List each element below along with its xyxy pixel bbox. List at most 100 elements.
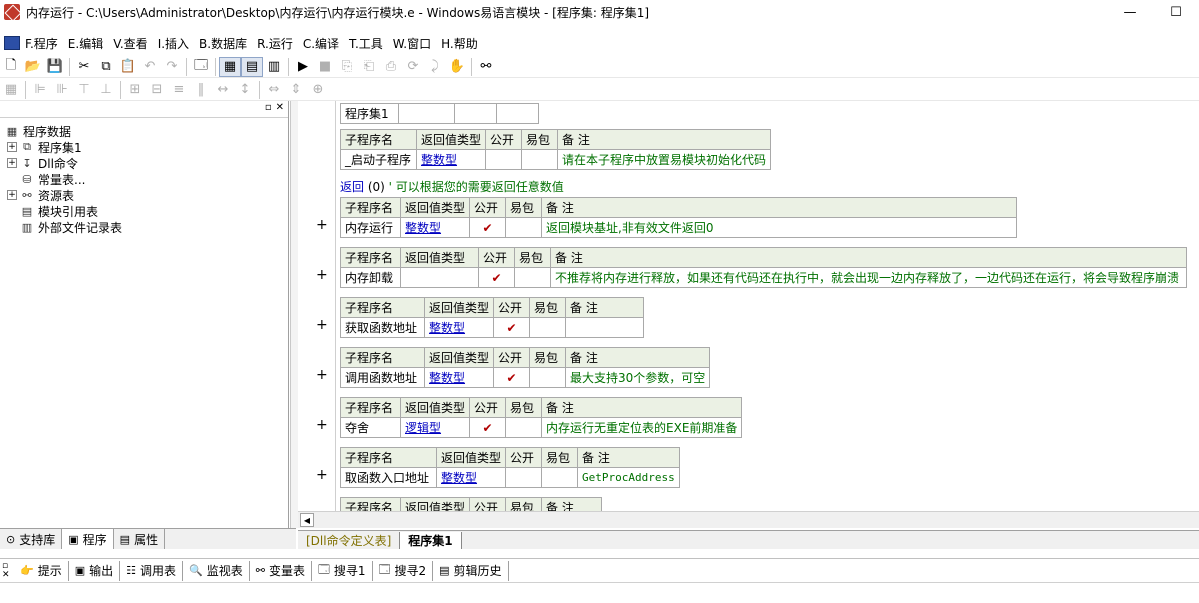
cut-icon[interactable]: ✂ <box>73 57 95 77</box>
open-folder-icon[interactable]: 📂 <box>22 57 44 77</box>
menu-window[interactable]: W.窗口 <box>388 35 436 52</box>
menu-insert[interactable]: I.插入 <box>153 35 194 52</box>
scroll-left-icon[interactable]: ◀ <box>300 513 314 527</box>
tab-search2[interactable]: 🗔 搜寻2 <box>373 560 434 581</box>
subroutine-easy-cell[interactable] <box>505 417 543 438</box>
resize-both-icon[interactable]: ⊕ <box>307 80 329 100</box>
expand-subroutine-icon[interactable]: + <box>316 467 328 483</box>
subroutine-easy-cell[interactable] <box>529 367 567 388</box>
same-height-icon[interactable]: ‖ <box>190 80 212 100</box>
subroutine-remark-cell[interactable]: 返回模块基址,非有效文件返回0 <box>541 217 1018 238</box>
expand-subroutine-icon[interactable]: + <box>316 217 328 233</box>
menu-run[interactable]: R.运行 <box>252 35 298 52</box>
assembly-base-cell[interactable] <box>398 103 455 124</box>
expand-toggle-icon[interactable]: + <box>7 158 17 168</box>
expand-subroutine-icon[interactable]: + <box>316 417 328 433</box>
menu-compile[interactable]: C.编译 <box>298 35 344 52</box>
subroutine-name-cell[interactable]: 夺舍 <box>340 417 401 438</box>
subroutine-public-cell[interactable]: ✔ <box>478 267 515 288</box>
tree-item[interactable]: + ⧉ 程序集1 <box>5 139 288 155</box>
document-menu-icon[interactable] <box>4 36 20 50</box>
resize-height-icon[interactable]: ⇕ <box>285 80 307 100</box>
panel-close-icon[interactable]: ✕ <box>2 570 14 580</box>
table-row[interactable]: 内存运行 整数型 ✔ 返回模块基址,非有效文件返回0 <box>340 217 1018 238</box>
align-left-icon[interactable]: ⊫ <box>29 80 51 100</box>
subroutine-public-cell[interactable]: ✔ <box>493 317 531 338</box>
table-row[interactable]: 取函数入口地址 整数型 GetProcAddress <box>340 467 680 488</box>
subroutine-name-cell[interactable]: 调用函数地址 <box>340 367 425 388</box>
vertical-splitter[interactable] <box>290 101 298 528</box>
new-file-icon[interactable]: 🗋 <box>0 57 22 77</box>
editor-horizontal-scrollbar[interactable]: ◀ <box>298 511 1199 528</box>
maximize-button[interactable]: ☐ <box>1153 0 1199 24</box>
resize-width-icon[interactable]: ⇔ <box>263 80 285 100</box>
layout3-icon[interactable]: ▥ <box>263 57 285 77</box>
redo-icon[interactable]: ↷ <box>161 57 183 77</box>
step3-icon[interactable]: ⎙ <box>380 57 402 77</box>
return-code-line[interactable]: 返回 (0) ' 可以根据您的需要返回任意数值 <box>340 178 564 195</box>
tree-item[interactable]: ⛁ 常量表... <box>5 171 288 187</box>
assembly-name[interactable]: 程序集1 <box>340 103 399 124</box>
align-right-icon[interactable]: ⊪ <box>51 80 73 100</box>
menu-view[interactable]: V.查看 <box>108 35 152 52</box>
center-horizontal-icon[interactable]: ⊞ <box>124 80 146 100</box>
tree-item[interactable]: ▤ 模块引用表 <box>5 203 288 219</box>
subroutine-remark-cell[interactable]: 最大支持30个参数，可空 <box>565 367 711 388</box>
stop-icon[interactable]: ■ <box>314 57 336 77</box>
table-row[interactable]: 内存卸载 ✔ 不推荐将内存进行释放，如果还有代码还在执行中，就会出现一边内存释放了，… <box>340 267 1187 288</box>
menu-program[interactable]: F.程序 <box>20 35 63 52</box>
align-grid-icon[interactable]: ▦ <box>0 80 22 100</box>
step1-icon[interactable]: ⎘ <box>336 57 358 77</box>
subroutine-easy-cell[interactable] <box>529 317 567 338</box>
menu-database[interactable]: B.数据库 <box>194 35 252 52</box>
tab-program[interactable]: ▣ 程序 <box>62 529 114 549</box>
tree-item[interactable]: + ⚯ 资源表 <box>5 187 288 203</box>
output-area[interactable] <box>0 582 1199 603</box>
subroutine-remark-cell[interactable]: GetProcAddress <box>577 467 680 488</box>
subroutine-ret-cell[interactable]: 逻辑型 <box>399 417 471 438</box>
subroutine-ret-cell[interactable] <box>400 267 479 288</box>
subroutine-remark-cell[interactable]: 不推荐将内存进行释放，如果还有代码还在执行中，就会出现一边内存释放了，一边代码还… <box>550 267 1187 288</box>
pane-close-icon[interactable]: ✕ <box>276 102 284 113</box>
tab-call-table[interactable]: ☷ 调用表 <box>120 560 184 581</box>
menu-help[interactable]: H.帮助 <box>436 35 483 52</box>
subroutine-easy-cell[interactable] <box>505 217 543 238</box>
center-vertical-icon[interactable]: ⊟ <box>146 80 168 100</box>
subroutine-remark-cell[interactable]: 内存运行无重定位表的EXE前期准备 <box>541 417 743 438</box>
layout2-icon[interactable]: ▤ <box>241 56 263 77</box>
subroutine-name-cell[interactable]: 获取函数地址 <box>340 317 425 338</box>
tab-variables[interactable]: ⚯ 变量表 <box>250 560 312 581</box>
tab-watch[interactable]: 🔍 监视表 <box>183 560 250 581</box>
paste-icon[interactable]: 📋 <box>117 57 139 77</box>
subroutine-name-cell[interactable]: _启动子程序 <box>340 149 417 170</box>
tab-clip-history[interactable]: ▤ 剪辑历史 <box>433 560 509 581</box>
table-row[interactable]: 夺舍 逻辑型 ✔ 内存运行无重定位表的EXE前期准备 <box>340 417 743 438</box>
assembly-public-cell[interactable] <box>454 103 497 124</box>
tab-property[interactable]: ▤ 属性 <box>114 529 166 549</box>
layout1-icon[interactable]: ▦ <box>219 56 241 77</box>
subroutine-public-cell[interactable]: ✔ <box>469 417 507 438</box>
step4-icon[interactable]: ⟳ <box>402 57 424 77</box>
tab-assembly1[interactable]: 程序集1 <box>399 531 462 549</box>
tree-item[interactable]: + ↧ Dll命令 <box>5 155 288 171</box>
subroutine-easy-cell[interactable] <box>514 267 551 288</box>
minimize-button[interactable]: — <box>1107 0 1153 24</box>
code-editor[interactable]: 程序集1 返回 (0) ' 可以根据您的需要返回任意数值 子程序名 返回值类型 公开… <box>298 101 1199 511</box>
menu-edit[interactable]: E.编辑 <box>63 35 108 52</box>
subroutine-public-cell[interactable] <box>505 467 543 488</box>
undo-icon[interactable]: ↶ <box>139 57 161 77</box>
tab-output[interactable]: ▣ 输出 <box>69 560 121 581</box>
tree-item[interactable]: ▦ 程序数据 <box>5 123 288 139</box>
expand-toggle-icon[interactable]: + <box>7 190 17 200</box>
menu-tools[interactable]: T.工具 <box>344 35 388 52</box>
table-row[interactable]: 调用函数地址 整数型 ✔ 最大支持30个参数，可空 <box>340 367 711 388</box>
table-row[interactable]: _启动子程序 整数型 请在本子程序中放置易模块初始化代码 <box>340 149 772 170</box>
table-row[interactable]: 获取函数地址 整数型 ✔ <box>340 317 645 338</box>
same-width-icon[interactable]: ≡ <box>168 80 190 100</box>
subroutine-name-cell[interactable]: 取函数入口地址 <box>340 467 437 488</box>
copy-icon[interactable]: ⧉ <box>95 57 117 77</box>
hand-icon[interactable]: ✋ <box>446 57 468 77</box>
expand-subroutine-icon[interactable]: + <box>316 367 328 383</box>
space-horizontal-icon[interactable]: ↔ <box>212 80 234 100</box>
space-vertical-icon[interactable]: ↕ <box>234 80 256 100</box>
